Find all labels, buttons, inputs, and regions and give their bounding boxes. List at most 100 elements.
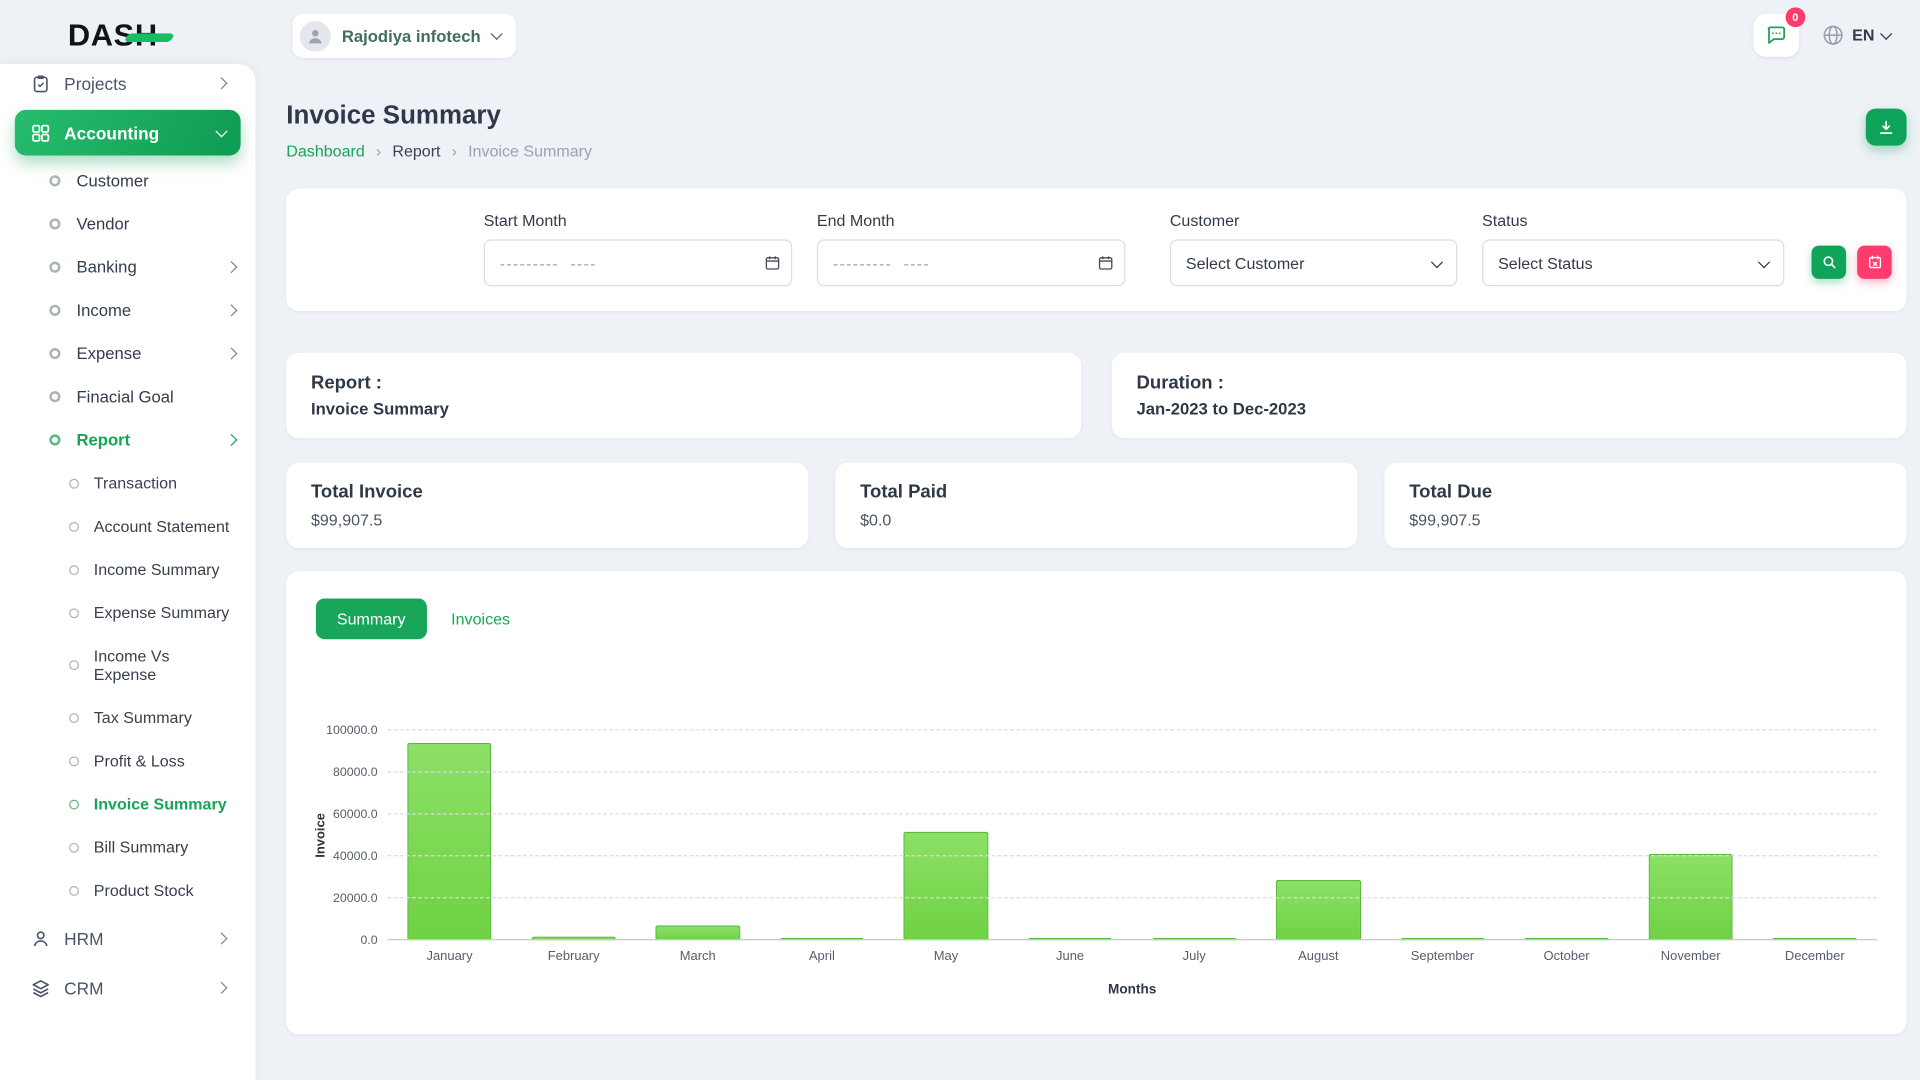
bullet-icon [49, 434, 60, 445]
language-code: EN [1852, 26, 1874, 45]
bullet-icon [69, 478, 79, 488]
duration-label: Duration : [1137, 373, 1882, 394]
grid-icon [30, 122, 51, 143]
sidebar-item-finacial-goal[interactable]: Finacial Goal [0, 375, 255, 418]
main-content: Invoice Summary Dashboard›Report›Invoice… [286, 101, 1906, 1034]
bullet-icon [49, 262, 60, 273]
sidebar-item-bill-summary[interactable]: Bill Summary [0, 826, 255, 869]
bar-august[interactable] [1276, 879, 1360, 940]
sidebar-item-label: Projects [64, 73, 126, 93]
chevron-right-icon [225, 304, 237, 316]
bars [387, 731, 1876, 941]
sidebar-item-expense[interactable]: Expense [0, 332, 255, 375]
messages-badge: 0 [1786, 7, 1806, 27]
x-tick-label: May [884, 949, 1008, 964]
gridline [387, 897, 1876, 898]
start-month-field: Start Month [484, 211, 792, 286]
sidebar-item-label: Income Summary [94, 560, 220, 579]
gridline [387, 855, 1876, 856]
sidebar-item-label: Transaction [94, 474, 177, 493]
sidebar-item-projects[interactable]: Projects [15, 64, 241, 106]
logo-accent [124, 33, 175, 42]
clipboard-icon [30, 73, 51, 94]
sidebar-item-label: Finacial Goal [77, 387, 174, 406]
status-select-value: Select Status [1498, 254, 1593, 273]
sidebar-item-label: Invoice Summary [94, 795, 227, 814]
bar-may[interactable] [904, 831, 988, 940]
sidebar-item-label: Account Statement [94, 517, 230, 536]
bar-january[interactable] [407, 743, 491, 940]
language-selector[interactable]: EN [1821, 23, 1890, 46]
filter-buttons [1812, 246, 1892, 279]
chevron-right-icon [215, 77, 227, 89]
breadcrumb-item-dashboard[interactable]: Dashboard [286, 142, 364, 161]
y-tick-label: 100000.0 [316, 724, 378, 738]
sidebar-item-accounting[interactable]: Accounting [15, 110, 241, 156]
topbar: DASH Rajodiya infotech 0 EN [0, 0, 1920, 72]
sidebar-item-crm[interactable]: CRM [15, 965, 241, 1011]
app: DASH Rajodiya infotech 0 EN Projects Acco… [0, 0, 1920, 1080]
reset-filter-icon [1866, 254, 1882, 270]
sidebar-item-label: Customer [77, 172, 149, 191]
sidebar-item-label: CRM [64, 978, 103, 998]
chevron-right-icon [225, 347, 237, 359]
x-tick-label: April [760, 949, 884, 964]
duration-value: Jan-2023 to Dec-2023 [1137, 400, 1882, 419]
sidebar-item-label: Product Stock [94, 881, 194, 900]
sidebar-item-tax-summary[interactable]: Tax Summary [0, 696, 255, 739]
breadcrumb: Dashboard›Report›Invoice Summary [286, 142, 592, 161]
sidebar-item-invoice-summary[interactable]: Invoice Summary [0, 782, 255, 825]
start-month-input[interactable] [484, 239, 792, 286]
bullet-icon [69, 565, 79, 575]
x-tick-label: July [1132, 949, 1256, 964]
sidebar-item-label: Vendor [77, 215, 130, 234]
chevron-down-icon [1431, 256, 1443, 268]
invoice-bar-chart: Invoice 0.020000.040000.060000.080000.01… [316, 731, 1877, 998]
y-tick-label: 60000.0 [316, 808, 378, 822]
sidebar-item-transaction[interactable]: Transaction [0, 462, 255, 505]
reset-filter-button[interactable] [1857, 246, 1892, 279]
sidebar-item-customer[interactable]: Customer [0, 159, 255, 202]
chevron-right-icon [225, 261, 237, 273]
sidebar-item-expense-summary[interactable]: Expense Summary [0, 591, 255, 634]
download-button[interactable] [1866, 109, 1907, 146]
chart-card: Summary Invoices Invoice 0.020000.040000… [286, 571, 1906, 1034]
sidebar-item-report[interactable]: Report [0, 418, 255, 461]
x-tick-label: December [1753, 949, 1877, 964]
chevron-down-icon [1880, 27, 1892, 39]
sidebar-item-profit-loss[interactable]: Profit & Loss [0, 739, 255, 782]
chevron-right-icon [215, 982, 227, 994]
end-month-input[interactable] [817, 239, 1126, 286]
apply-filter-button[interactable] [1812, 246, 1847, 279]
stat-label: Total Due [1409, 481, 1882, 502]
sidebar-item-account-statement[interactable]: Account Statement [0, 505, 255, 548]
sidebar-item-banking[interactable]: Banking [0, 246, 255, 289]
sidebar-item-income[interactable]: Income [0, 289, 255, 332]
sidebar-item-product-stock[interactable]: Product Stock [0, 869, 255, 912]
sidebar-item-income-summary[interactable]: Income Summary [0, 548, 255, 591]
breadcrumb-item-invoice-summary: Invoice Summary [468, 142, 592, 161]
sidebar-item-vendor[interactable]: Vendor [0, 202, 255, 245]
chevron-down-icon [1758, 256, 1770, 268]
y-tick-label: 0.0 [316, 934, 378, 948]
status-select[interactable]: Select Status [1482, 239, 1784, 286]
messages-button[interactable]: 0 [1753, 14, 1799, 57]
chevron-right-icon: › [376, 142, 381, 161]
plot-area: 0.020000.040000.060000.080000.0100000.0 [387, 731, 1876, 941]
sidebar-item-label: HRM [64, 929, 103, 949]
company-selector[interactable]: Rajodiya infotech [292, 14, 515, 58]
start-month-label: Start Month [484, 211, 792, 230]
tab-invoices[interactable]: Invoices [446, 598, 515, 639]
customer-select[interactable]: Select Customer [1170, 239, 1458, 286]
status-label: Status [1482, 211, 1784, 230]
tab-summary[interactable]: Summary [316, 598, 427, 639]
x-tick-label: September [1380, 949, 1504, 964]
bullet-icon [69, 885, 79, 895]
end-month-field: End Month [817, 211, 1126, 286]
x-tick-label: February [512, 949, 636, 964]
bullet-icon [69, 521, 79, 531]
sidebar-item-income-vs-expense[interactable]: Income Vs Expense [0, 634, 255, 696]
sidebar-item-label: Income [77, 301, 132, 320]
sidebar-item-hrm[interactable]: HRM [15, 916, 241, 962]
breadcrumb-item-report[interactable]: Report [392, 142, 440, 161]
